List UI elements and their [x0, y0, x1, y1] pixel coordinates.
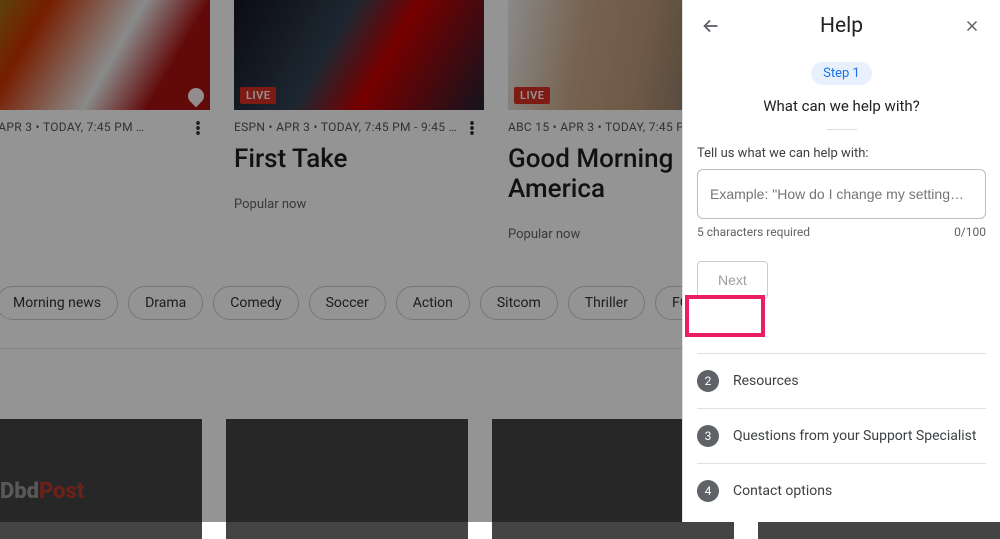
thumbnail[interactable] [226, 419, 468, 539]
filter-chip[interactable]: Thriller [568, 286, 645, 320]
card-title: lay [0, 145, 210, 175]
back-icon[interactable] [699, 14, 723, 38]
live-badge: LIVE [240, 87, 276, 104]
filter-chip[interactable]: Action [396, 286, 470, 320]
pin-icon [185, 85, 208, 108]
thumbnail[interactable]: LIVE [234, 0, 484, 110]
card-meta: TV-G • APR 3 • TODAY, 7:45 PM … [0, 120, 186, 134]
card-title: First Take [234, 145, 484, 175]
help-panel: Help Step 1 What can we help with? Tell … [682, 0, 1000, 522]
char-counter: 0/100 [954, 225, 986, 239]
watermark: DbdPost [0, 479, 84, 504]
filter-chip[interactable]: Sitcom [480, 286, 558, 320]
help-input[interactable] [697, 169, 986, 219]
filter-chip[interactable]: Comedy [213, 286, 298, 320]
card-subtext: Popular now [234, 197, 484, 212]
more-icon[interactable]: ••• [460, 120, 484, 137]
help-prompt: Tell us what we can help with: [697, 146, 986, 161]
min-chars-label: 5 characters required [697, 225, 810, 239]
step-number: 3 [697, 425, 719, 447]
step-label: Resources [733, 373, 799, 389]
help-step[interactable]: 3 Questions from your Support Specialist [697, 408, 986, 463]
live-badge: LIVE [514, 87, 550, 104]
step-label: Contact options [733, 483, 832, 499]
show-card[interactable]: TV-G • APR 3 • TODAY, 7:45 PM … ••• lay … [0, 0, 210, 242]
filter-chip[interactable]: Soccer [309, 286, 386, 320]
thumbnail[interactable] [0, 0, 210, 110]
step-label: Questions from your Support Specialist [733, 428, 976, 444]
card-meta: ESPN • APR 3 • TODAY, 7:45 PM - 9:45 PM [234, 120, 460, 134]
card-subtext: now [0, 197, 210, 212]
show-card[interactable]: LIVE ESPN • APR 3 • TODAY, 7:45 PM - 9:4… [234, 0, 484, 242]
divider [827, 129, 857, 130]
help-step[interactable]: 2 Resources [697, 353, 986, 408]
help-step[interactable]: 4 Contact options [697, 463, 986, 518]
more-icon[interactable]: ••• [186, 120, 210, 137]
filter-chip[interactable]: Drama [128, 286, 203, 320]
next-button[interactable]: Next [697, 261, 768, 299]
step-number: 2 [697, 370, 719, 392]
step-chip: Step 1 [811, 62, 872, 85]
step-number: 4 [697, 480, 719, 502]
help-question: What can we help with? [697, 97, 986, 115]
close-icon[interactable] [960, 14, 984, 38]
help-title: Help [820, 14, 863, 38]
filter-chip[interactable]: Morning news [0, 286, 118, 320]
